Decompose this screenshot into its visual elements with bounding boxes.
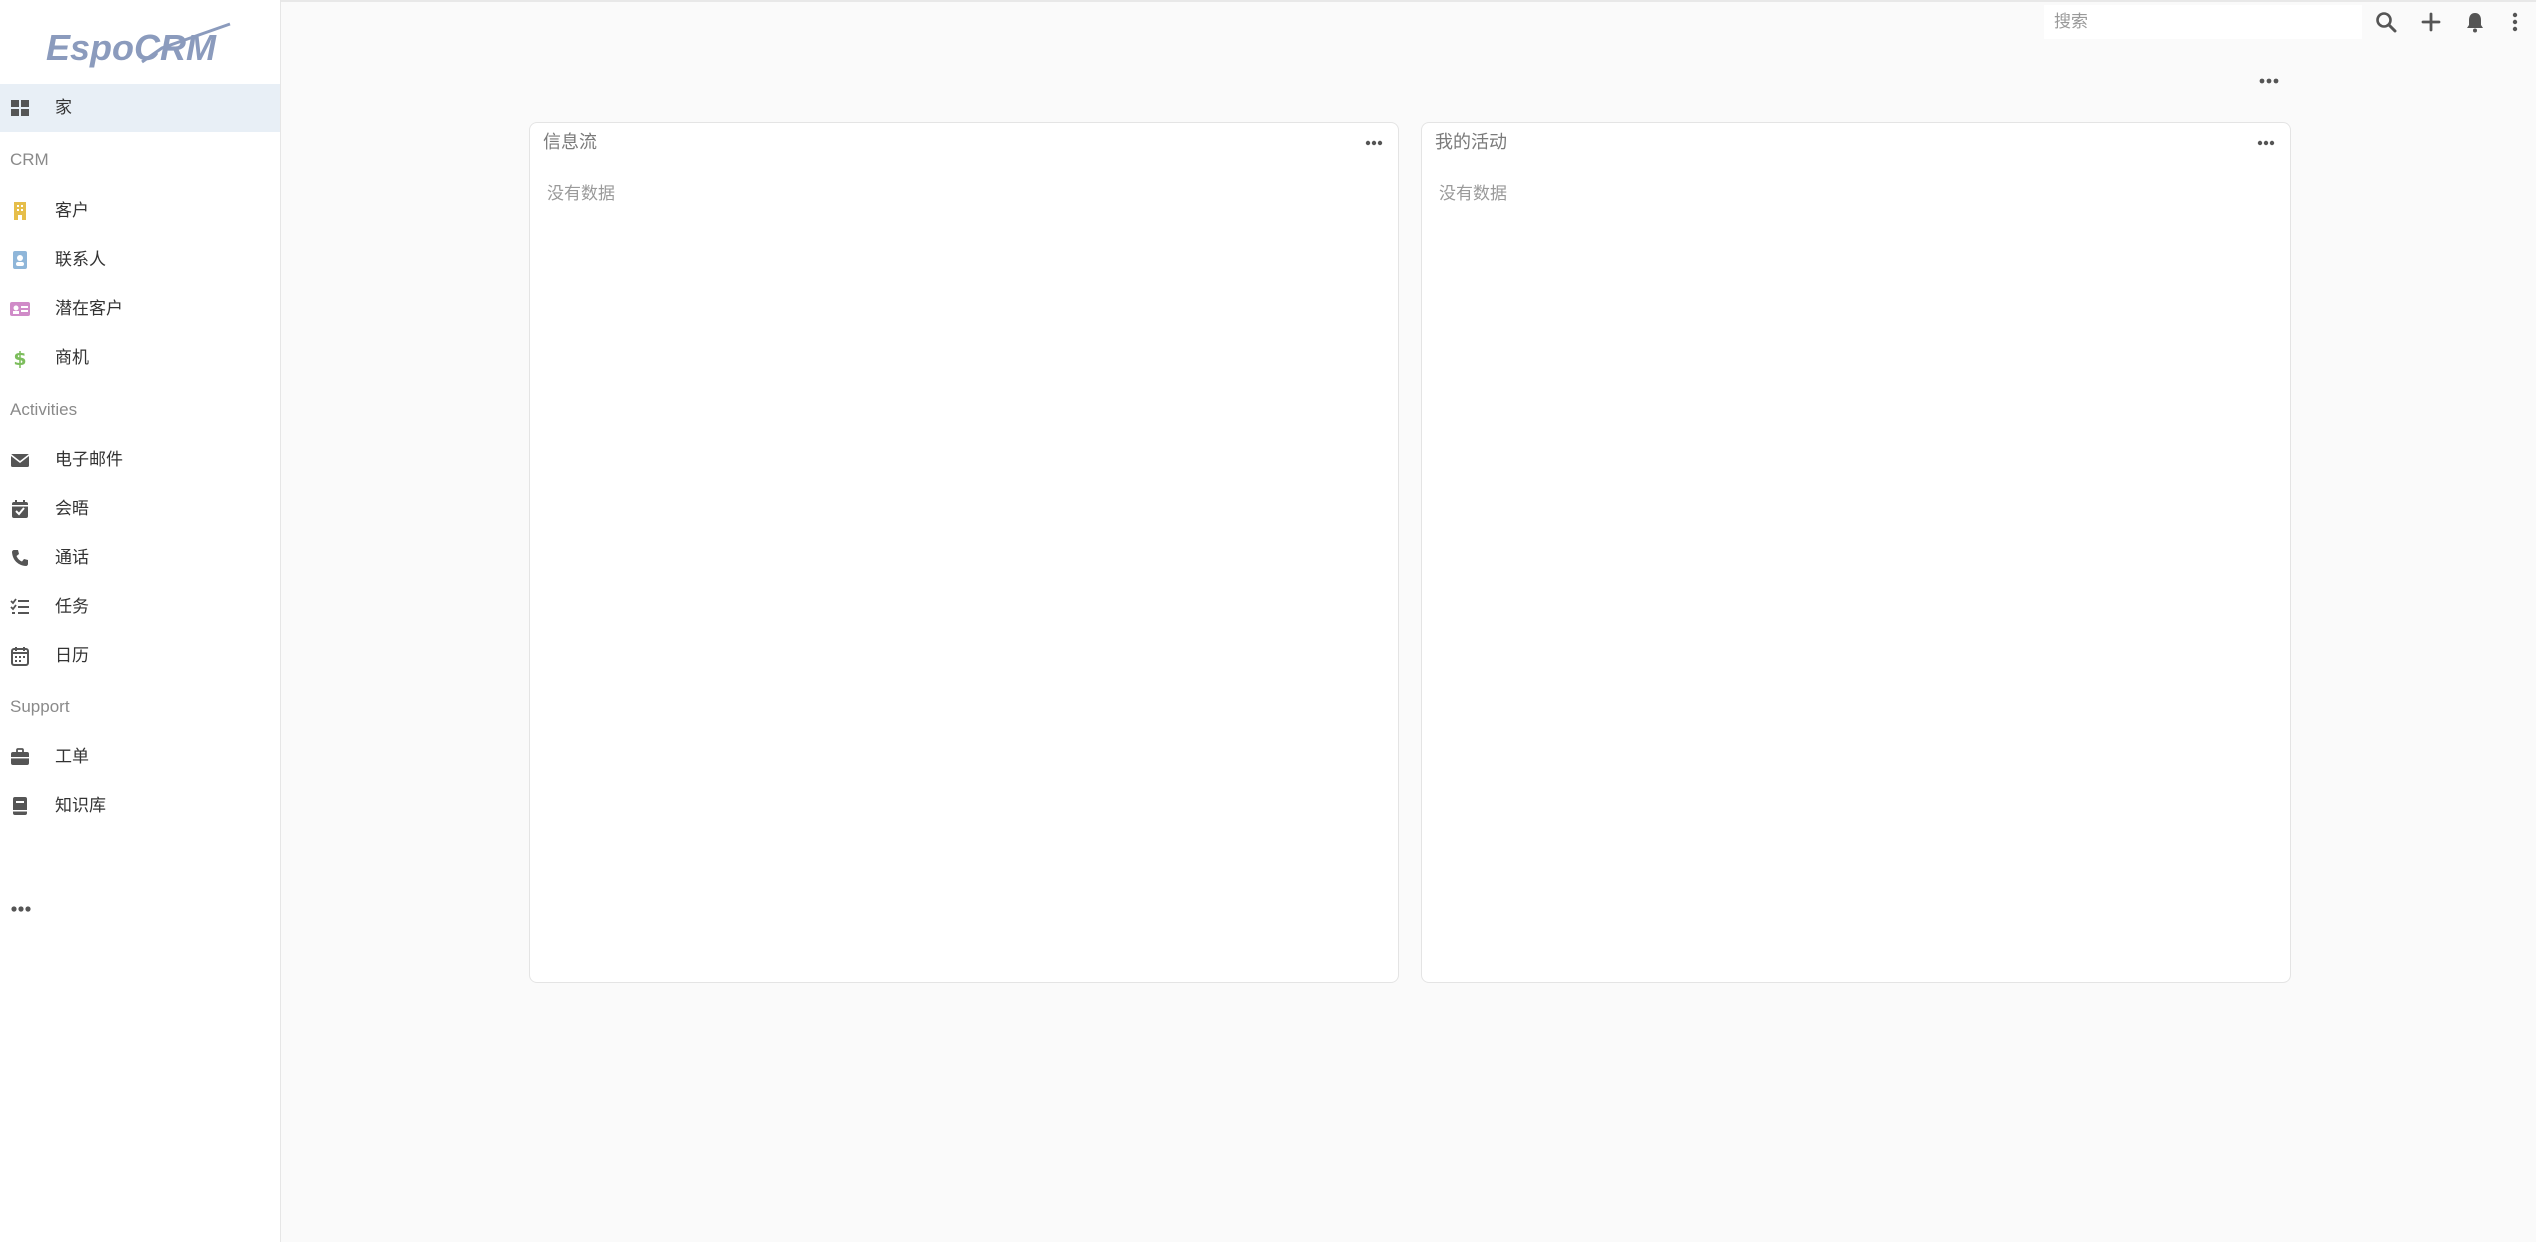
id-card-icon	[10, 299, 30, 319]
sidebar-item-opportunities[interactable]: $ 商机	[0, 334, 280, 382]
sidebar-item-tasks[interactable]: 任务	[0, 583, 280, 631]
sidebar-item-label: 联系人	[55, 250, 106, 270]
logo-text: EspoCRM	[46, 27, 217, 68]
sidebar-item-label: 任务	[55, 597, 89, 617]
sidebar-item-leads[interactable]: 潜在客户	[0, 285, 280, 333]
sidebar-item-home[interactable]: 家	[0, 84, 280, 132]
sidebar-section-activities: Activities	[10, 400, 78, 419]
calendar-check-icon	[10, 499, 30, 519]
sidebar: EspoCRM 家 CRM 客户 联系人 潜在客户 $ 商机 Activitie…	[0, 0, 281, 1242]
dashlet-stream: 信息流 没有数据	[529, 122, 1399, 983]
sidebar-item-calendar[interactable]: 日历	[0, 632, 280, 680]
sidebar-item-label: 潜在客户	[55, 299, 123, 319]
dashlet-options-icon[interactable]	[1364, 133, 1384, 153]
sidebar-item-label: 知识库	[55, 796, 106, 816]
sidebar-item-label: 日历	[55, 646, 89, 666]
contact-card-icon	[10, 250, 30, 270]
plus-icon[interactable]	[2420, 10, 2442, 34]
dashlet-title: 信息流	[543, 132, 597, 153]
search-input[interactable]	[2044, 5, 2362, 39]
dashlet-title: 我的活动	[1435, 132, 1507, 153]
sidebar-item-label: 工单	[55, 747, 89, 767]
sidebar-item-label: 商机	[55, 348, 89, 368]
svg-text:$: $	[13, 348, 26, 368]
dollar-icon: $	[10, 348, 30, 368]
sidebar-section-support: Support	[10, 697, 70, 716]
dashlet-empty-text: 没有数据	[547, 184, 615, 204]
top-border	[0, 0, 2536, 2]
dashlet-my-activities: 我的活动 没有数据	[1421, 122, 2291, 983]
sidebar-item-contacts[interactable]: 联系人	[0, 236, 280, 284]
calendar-icon	[10, 646, 30, 666]
sidebar-item-label: 家	[55, 98, 72, 118]
sidebar-item-knowledge-base[interactable]: 知识库	[0, 782, 280, 830]
task-list-icon	[10, 597, 30, 617]
dashboard-options-icon[interactable]	[2258, 70, 2280, 92]
sidebar-item-cases[interactable]: 工单	[0, 733, 280, 781]
briefcase-icon	[10, 747, 30, 767]
book-icon	[10, 796, 30, 816]
dashboard-grid-icon	[10, 98, 30, 118]
espocrm-logo[interactable]: EspoCRM	[44, 18, 234, 70]
search-icon[interactable]	[2375, 10, 2397, 34]
envelope-icon	[10, 450, 30, 470]
bell-icon[interactable]	[2464, 10, 2486, 34]
sidebar-section-crm: CRM	[10, 150, 49, 169]
sidebar-item-label: 电子邮件	[55, 450, 123, 470]
vertical-dots-menu-icon[interactable]	[2508, 10, 2522, 34]
sidebar-item-label: 通话	[55, 548, 89, 568]
sidebar-item-label: 会晤	[55, 499, 89, 519]
sidebar-item-emails[interactable]: 电子邮件	[0, 436, 280, 484]
sidebar-more-icon[interactable]	[10, 898, 32, 920]
sidebar-item-calls[interactable]: 通话	[0, 534, 280, 582]
dashlet-empty-text: 没有数据	[1439, 184, 1507, 204]
sidebar-item-accounts[interactable]: 客户	[0, 187, 280, 235]
dashlet-options-icon[interactable]	[2256, 133, 2276, 153]
phone-icon	[10, 548, 30, 568]
building-icon	[10, 201, 30, 221]
sidebar-item-meetings[interactable]: 会晤	[0, 485, 280, 533]
sidebar-item-label: 客户	[55, 201, 89, 221]
